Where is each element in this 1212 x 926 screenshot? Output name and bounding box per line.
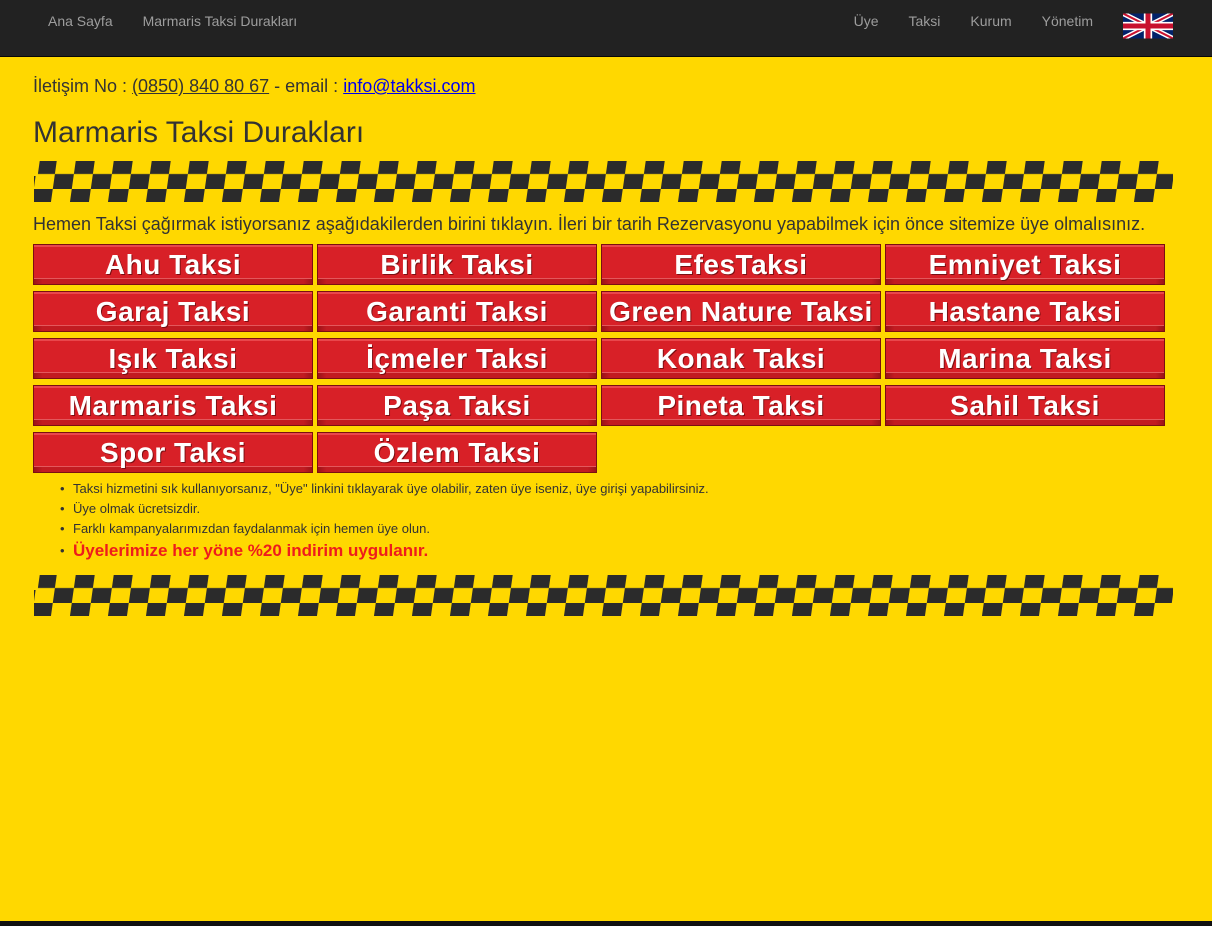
- taxi-button-garanti[interactable]: Garanti Taksi: [317, 291, 597, 332]
- phone-link[interactable]: (0850) 840 80 67: [132, 76, 269, 96]
- taxi-button-label: Işık Taksi: [108, 342, 238, 374]
- taxi-button-label: Paşa Taksi: [383, 389, 531, 421]
- taxi-button-label: Pineta Taksi: [657, 389, 825, 421]
- nav-taxi-link[interactable]: Taksi: [894, 0, 956, 42]
- email-label: - email :: [274, 76, 339, 96]
- list-item: Farklı kampanyalarımızdan faydalanmak iç…: [60, 519, 709, 539]
- taxi-button-green-nature[interactable]: Green Nature Taksi: [601, 291, 881, 332]
- list-item: Üye olmak ücretsizdir.: [60, 499, 709, 519]
- taxi-button-label: Spor Taksi: [99, 436, 247, 468]
- checkered-divider-bottom: [34, 575, 1173, 616]
- nav-right-group: Üye Taksi Kurum Yönetim: [839, 0, 1173, 42]
- nav-left-group: Ana Sayfa Marmaris Taksi Durakları: [33, 0, 312, 42]
- top-navbar: Ana Sayfa Marmaris Taksi Durakları Üye T…: [0, 0, 1212, 57]
- taxi-button-label: Hastane Taksi: [928, 295, 1122, 327]
- uk-flag-icon[interactable]: [1123, 11, 1173, 41]
- taxi-button-birlik[interactable]: Birlik Taksi: [317, 244, 597, 285]
- taxi-button-emniyet[interactable]: Emniyet Taksi: [885, 244, 1165, 285]
- taxi-button-label: İçmeler Taksi: [366, 342, 548, 374]
- taxi-button-ozlem[interactable]: Özlem Taksi: [317, 432, 597, 473]
- nav-admin-link[interactable]: Yönetim: [1027, 0, 1108, 42]
- taxi-button-ahu[interactable]: Ahu Taksi: [33, 244, 313, 285]
- taxi-button-label: Ahu Taksi: [104, 248, 242, 280]
- email-link[interactable]: info@takksi.com: [343, 76, 475, 96]
- taxi-button-label: Sahil Taksi: [950, 389, 1100, 421]
- taxi-button-icmeler[interactable]: İçmeler Taksi: [317, 338, 597, 379]
- nav-taxi-stands-link[interactable]: Marmaris Taksi Durakları: [128, 0, 313, 42]
- taxi-button-label: Birlik Taksi: [380, 248, 534, 280]
- taxi-button-grid: Ahu Taksi Birlik Taksi EfesTaksi Emniyet…: [33, 244, 1169, 473]
- page-title: Marmaris Taksi Durakları: [33, 116, 365, 149]
- promo-discount-note: Üyelerimize her yöne %20 indirim uygulan…: [60, 539, 709, 562]
- nav-home-link[interactable]: Ana Sayfa: [33, 0, 128, 42]
- taxi-button-marina[interactable]: Marina Taksi: [885, 338, 1165, 379]
- list-item: Taksi hizmetini sık kullanıyorsanız, "Üy…: [60, 479, 709, 499]
- taxi-button-konak[interactable]: Konak Taksi: [601, 338, 881, 379]
- taxi-button-marmaris[interactable]: Marmaris Taksi: [33, 385, 313, 426]
- instructions-text: Hemen Taksi çağırmak istiyorsanız aşağıd…: [33, 214, 1146, 234]
- taxi-button-garaj[interactable]: Garaj Taksi: [33, 291, 313, 332]
- taxi-button-hastane[interactable]: Hastane Taksi: [885, 291, 1165, 332]
- taxi-button-label: Garanti Taksi: [366, 295, 548, 327]
- nav-member-link[interactable]: Üye: [839, 0, 894, 42]
- contact-label: İletişim No :: [33, 76, 128, 96]
- footer-bar: [0, 921, 1212, 926]
- taxi-button-label: Garaj Taksi: [95, 295, 251, 327]
- taxi-button-label: Marmaris Taksi: [68, 389, 278, 421]
- info-notes-list: Taksi hizmetini sık kullanıyorsanız, "Üy…: [60, 479, 709, 562]
- taxi-button-label: Emniyet Taksi: [928, 248, 1122, 280]
- taxi-button-sahil[interactable]: Sahil Taksi: [885, 385, 1165, 426]
- taxi-button-label: Green Nature Taksi: [609, 295, 873, 327]
- taxi-button-isik[interactable]: Işık Taksi: [33, 338, 313, 379]
- taxi-button-label: Özlem Taksi: [373, 436, 541, 468]
- contact-line: İletişim No : (0850) 840 80 67 - email :…: [33, 75, 476, 97]
- taxi-button-pineta[interactable]: Pineta Taksi: [601, 385, 881, 426]
- taxi-button-spor[interactable]: Spor Taksi: [33, 432, 313, 473]
- taxi-button-label: Konak Taksi: [656, 342, 826, 374]
- checkered-divider: [34, 161, 1173, 202]
- taxi-button-pasa[interactable]: Paşa Taksi: [317, 385, 597, 426]
- taxi-button-efes[interactable]: EfesTaksi: [601, 244, 881, 285]
- taxi-button-label: Marina Taksi: [938, 342, 1112, 374]
- nav-institution-link[interactable]: Kurum: [955, 0, 1026, 42]
- taxi-button-label: EfesTaksi: [674, 248, 808, 280]
